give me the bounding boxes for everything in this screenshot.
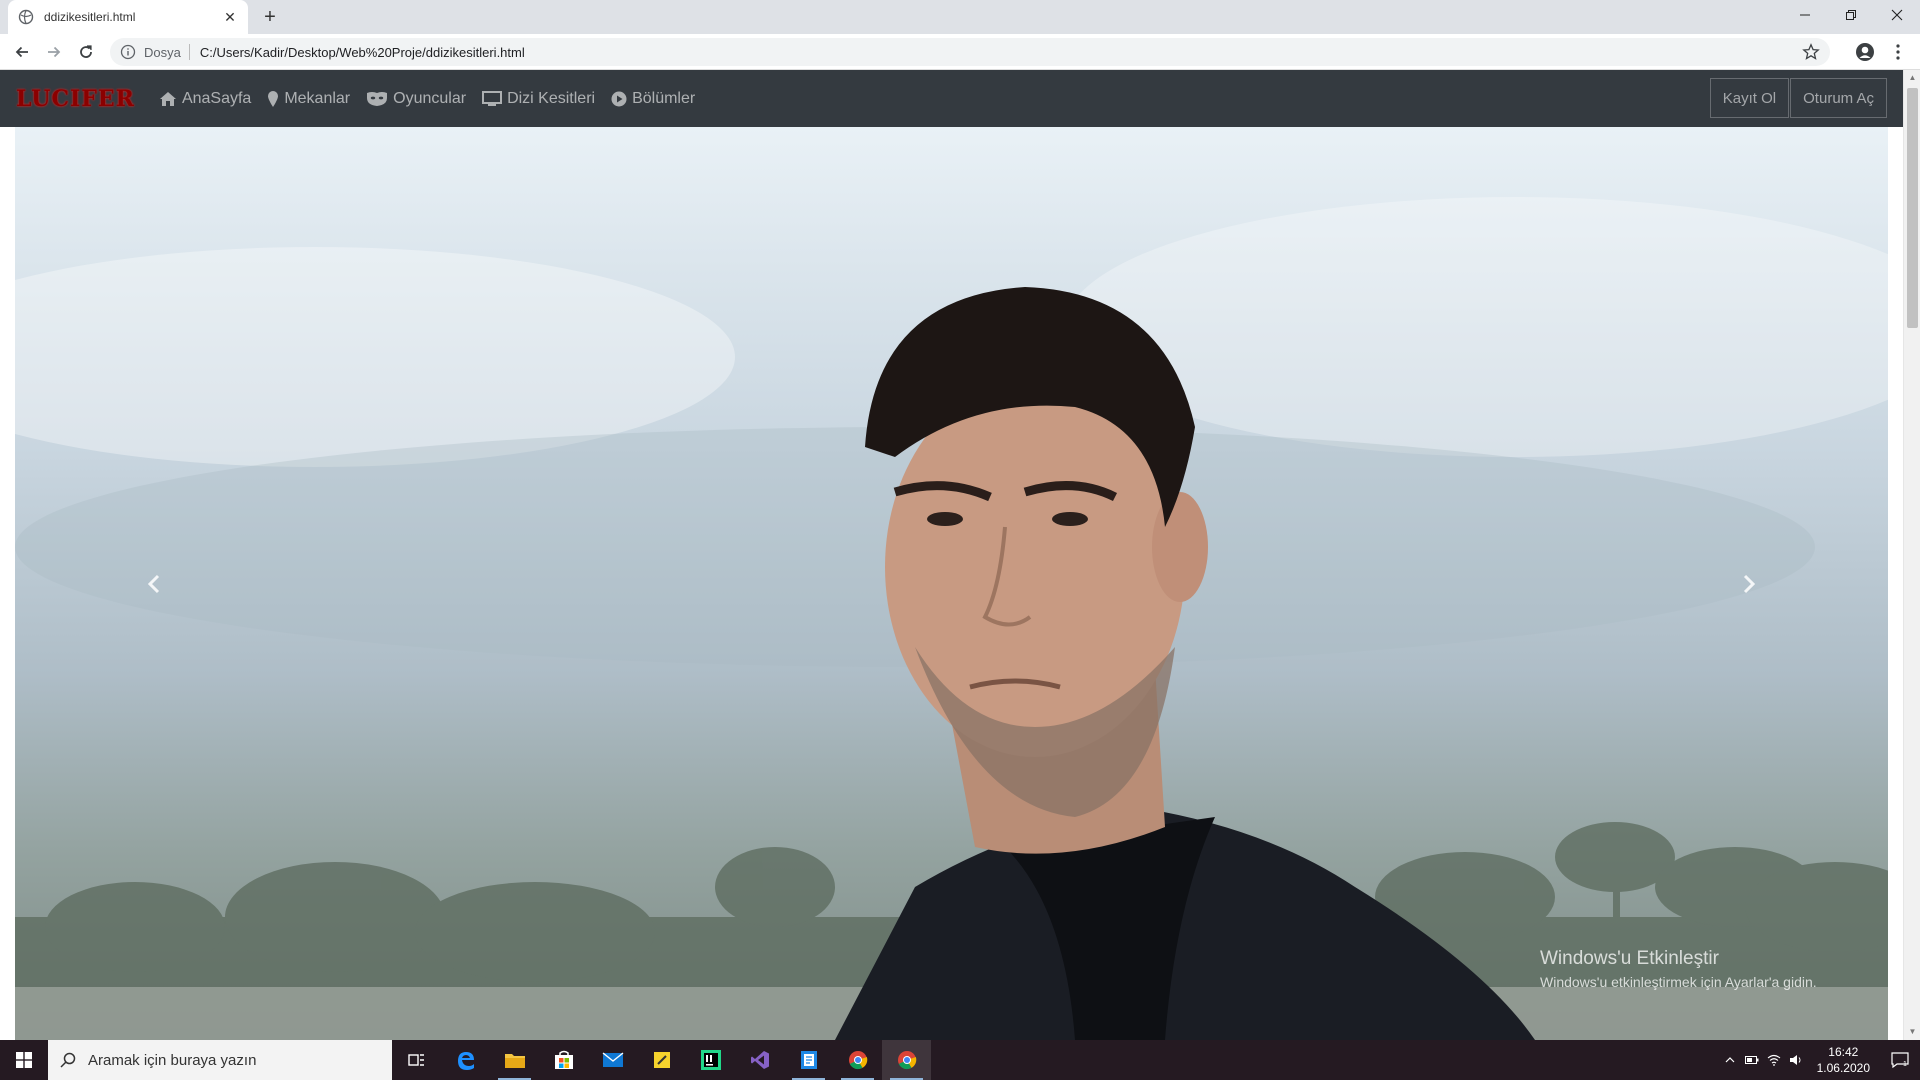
url-text[interactable]: C:/Users/Kadir/Desktop/Web%20Proje/ddizi…	[200, 45, 1802, 60]
scheme-label: Dosya	[144, 44, 181, 60]
chevron-right-icon	[1743, 574, 1756, 593]
clock-time: 16:42	[1828, 1045, 1859, 1059]
restore-window-icon[interactable]	[1828, 0, 1874, 30]
monitor-icon	[482, 90, 503, 106]
mail-icon[interactable]	[588, 1040, 637, 1080]
scroll-down-arrow-icon[interactable]: ▼	[1904, 1024, 1920, 1040]
tab-title: ddizikesitleri.html	[44, 10, 136, 24]
menu-dots-icon[interactable]	[1884, 38, 1912, 66]
register-button[interactable]: Kayıt Ol	[1709, 78, 1790, 118]
edge-icon[interactable]	[441, 1040, 490, 1080]
hero-carousel	[15, 127, 1888, 1040]
minimize-window-icon[interactable]	[1782, 0, 1828, 30]
taskbar-search[interactable]: Aramak için buraya yazın	[48, 1040, 392, 1080]
carousel-next-button[interactable]	[1608, 127, 1888, 1040]
back-icon[interactable]	[8, 38, 36, 66]
store-icon[interactable]	[539, 1040, 588, 1080]
search-placeholder: Aramak için buraya yazın	[88, 1051, 257, 1069]
chrome-icon[interactable]	[833, 1040, 882, 1080]
nav-link-label: Oyuncular	[393, 89, 467, 107]
nav-link-mekanlar[interactable]: Mekanlar	[267, 90, 350, 108]
notification-badge: 1	[1903, 1061, 1907, 1068]
file-explorer-icon[interactable]	[490, 1040, 539, 1080]
nav-link-oyuncular[interactable]: Oyuncular	[366, 90, 466, 108]
map-marker-icon	[268, 90, 279, 107]
search-icon	[60, 1052, 76, 1068]
browser-toolbar: Dosya C:/Users/Kadir/Desktop/Web%20Proje…	[0, 34, 1920, 70]
windows-taskbar: Aramak için buraya yazın 16:42 1.06.2020…	[0, 1040, 1920, 1080]
visual-studio-icon[interactable]	[735, 1040, 784, 1080]
address-bar[interactable]: Dosya C:/Users/Kadir/Desktop/Web%20Proje…	[110, 38, 1830, 66]
wifi-icon[interactable]	[1763, 1040, 1785, 1080]
new-tab-button[interactable]: +	[258, 5, 282, 29]
chevron-up-icon[interactable]	[1719, 1040, 1741, 1080]
windows-activation-watermark: Windows'u Etkinleştir Windows'u etkinleş…	[1540, 948, 1817, 990]
carousel-prev-button[interactable]	[15, 127, 295, 1040]
nav-link-bolumler[interactable]: Bölümler	[611, 90, 695, 108]
start-button[interactable]	[0, 1040, 48, 1080]
task-view-icon[interactable]	[392, 1040, 441, 1080]
close-window-icon[interactable]	[1874, 0, 1920, 30]
browser-tab-strip: ddizikesitleri.html ✕ +	[0, 0, 1920, 34]
chrome-icon[interactable]	[882, 1040, 931, 1080]
system-tray: 16:42 1.06.2020 1	[1719, 1040, 1920, 1080]
nav-link-label: Dizi Kesitleri	[507, 89, 596, 107]
reload-icon[interactable]	[72, 38, 100, 66]
browser-tab[interactable]: ddizikesitleri.html ✕	[8, 0, 248, 34]
info-icon[interactable]	[120, 44, 136, 60]
login-button[interactable]: Oturum Aç	[1790, 78, 1887, 118]
battery-icon[interactable]	[1741, 1040, 1763, 1080]
clock-date: 1.06.2020	[1816, 1061, 1870, 1075]
mask-icon	[367, 91, 388, 106]
nav-link-dizi-kesitleri[interactable]: Dizi Kesitleri	[482, 90, 595, 108]
auth-buttons: Kayıt Ol Oturum Aç	[1709, 78, 1887, 118]
omnibox-divider	[188, 44, 190, 60]
sticky-notes-icon[interactable]	[637, 1040, 686, 1080]
activation-title: Windows'u Etkinleştir	[1540, 948, 1719, 969]
notification-center-icon[interactable]: 1	[1880, 1040, 1920, 1080]
bookmark-star-icon[interactable]	[1802, 43, 1820, 61]
scrollbar-thumb[interactable]	[1907, 88, 1918, 328]
profile-avatar-icon[interactable]	[1851, 38, 1879, 66]
windows-logo-icon	[16, 1052, 32, 1068]
brand-logo[interactable]: LUCIFER	[16, 86, 135, 112]
nav-link-label: Bölümler	[632, 89, 696, 107]
taskbar-clock[interactable]: 16:42 1.06.2020	[1807, 1044, 1880, 1076]
intellij-icon[interactable]	[686, 1040, 735, 1080]
forward-icon[interactable]	[40, 38, 68, 66]
chevron-left-icon	[147, 574, 160, 593]
page-viewport: LUCIFER AnaSayfa Mekanlar Oyuncular Dizi…	[0, 70, 1920, 1040]
close-tab-icon[interactable]: ✕	[222, 9, 238, 25]
nav-link-label: Mekanlar	[284, 89, 351, 107]
volume-icon[interactable]	[1785, 1040, 1807, 1080]
nav-link-anasayfa[interactable]: AnaSayfa	[159, 90, 251, 108]
notepad-icon[interactable]	[784, 1040, 833, 1080]
activation-subtitle: Windows'u etkinleştirmek için Ayarlar'a …	[1540, 974, 1817, 990]
page-scrollbar[interactable]: ▲ ▼	[1903, 70, 1920, 1040]
scroll-up-arrow-icon[interactable]: ▲	[1904, 70, 1920, 86]
globe-icon	[18, 9, 34, 25]
nav-link-label: AnaSayfa	[181, 89, 252, 107]
play-circle-icon	[611, 91, 627, 106]
site-navbar: LUCIFER AnaSayfa Mekanlar Oyuncular Dizi…	[0, 70, 1903, 127]
home-icon	[159, 91, 176, 106]
